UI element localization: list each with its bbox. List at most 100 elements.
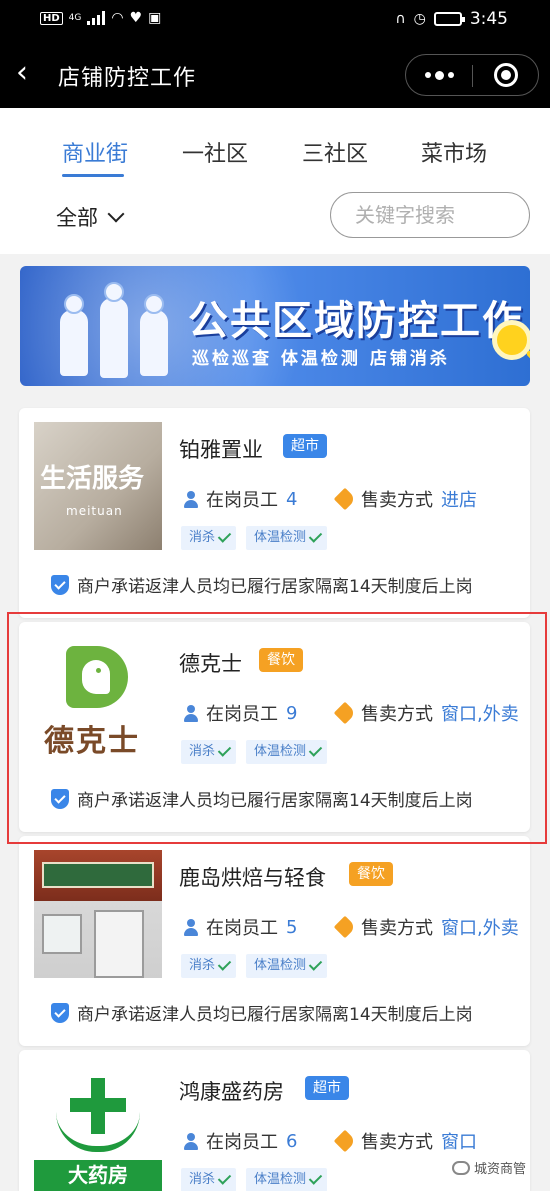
sale-mode-info: 售卖方式 窗口,外卖 bbox=[333, 914, 519, 940]
chevron-down-icon bbox=[107, 205, 125, 223]
more-button[interactable] bbox=[406, 55, 472, 95]
person-icon bbox=[182, 918, 200, 936]
check-chips: 消杀 体温检测 bbox=[181, 954, 328, 978]
close-button[interactable] bbox=[473, 55, 538, 95]
mini-program-capsule bbox=[405, 54, 539, 96]
sale-mode-value: 窗口 bbox=[441, 1132, 477, 1153]
status-left: HD 4G ◠ ♥ ▣ bbox=[40, 10, 161, 26]
shield-check-icon bbox=[51, 574, 69, 595]
all-dropdown-label: 全部 bbox=[56, 206, 98, 230]
check-icon bbox=[308, 1171, 323, 1185]
hazmat-workers-illustration bbox=[60, 282, 180, 381]
shop-card[interactable]: 鹿岛烘焙与轻食 餐饮 在岗员工 5 售卖方式 窗口,外卖 消杀 体温检测 商户承… bbox=[19, 836, 530, 1046]
promise-text: 商户承诺返津人员均已履行居家隔离14天制度后上岗 bbox=[77, 1005, 473, 1025]
chip-temperature: 体温检测 bbox=[246, 954, 328, 978]
person-icon bbox=[182, 490, 200, 508]
shield-check-icon bbox=[51, 1002, 69, 1023]
promise-line: 商户承诺返津人员均已履行居家隔离14天制度后上岗 bbox=[51, 1000, 473, 1025]
clock-time: 3:45 bbox=[469, 9, 508, 29]
shop-name: 鸿康盛药房 bbox=[179, 1080, 284, 1104]
target-icon bbox=[493, 63, 518, 87]
sale-mode-value: 窗口,外卖 bbox=[441, 918, 519, 939]
category-badge: 超市 bbox=[305, 1076, 349, 1100]
staff-label: 在岗员工 bbox=[206, 918, 278, 939]
status-right: ∩ ◷ 3:45 bbox=[395, 9, 508, 29]
promise-text: 商户承诺返津人员均已履行居家隔离14天制度后上岗 bbox=[77, 577, 473, 597]
staff-count: 4 bbox=[286, 488, 298, 510]
active-tab-indicator bbox=[62, 174, 124, 177]
sale-mode-info: 售卖方式 窗口 bbox=[333, 1128, 477, 1154]
category-tabs: 商业街 一社区 三社区 菜市场 bbox=[0, 136, 550, 186]
staff-label: 在岗员工 bbox=[206, 1132, 278, 1153]
watermark-text: 城资商管 bbox=[474, 1162, 527, 1177]
highlight-box bbox=[7, 612, 547, 844]
hd-indicator: HD bbox=[40, 11, 63, 25]
chip-disinfect: 消杀 bbox=[181, 954, 237, 978]
tag-icon bbox=[333, 1129, 357, 1153]
check-icon bbox=[308, 957, 323, 971]
shop-card[interactable]: 生活服务 meituan 铂雅置业 超市 在岗员工 4 售卖方式 进店 消杀 体… bbox=[19, 408, 530, 618]
chip-disinfect: 消杀 bbox=[181, 526, 237, 550]
staff-count: 5 bbox=[286, 916, 298, 938]
chip-temperature: 体温检测 bbox=[246, 1168, 328, 1191]
person-icon bbox=[182, 1132, 200, 1150]
check-chips: 消杀 体温检测 bbox=[181, 1168, 328, 1191]
all-dropdown[interactable]: 全部 bbox=[56, 202, 125, 232]
signal-icon bbox=[87, 11, 106, 25]
category-badge: 餐饮 bbox=[349, 862, 393, 886]
banner-subtitle: 巡检巡查 体温检测 店铺消杀 bbox=[192, 349, 450, 369]
search-input[interactable] bbox=[330, 192, 530, 238]
sale-mode-info: 售卖方式 进店 bbox=[333, 486, 477, 512]
nav-bar: ‹ 店铺防控工作 bbox=[0, 40, 550, 108]
shop-thumbnail: 大药房 bbox=[34, 1064, 162, 1191]
shop-name: 铂雅置业 bbox=[179, 438, 263, 462]
check-icon bbox=[308, 529, 323, 543]
watermark: 城资商管 bbox=[452, 1158, 526, 1177]
alarm-icon: ◷ bbox=[413, 11, 426, 27]
dot-icon bbox=[447, 72, 454, 78]
tab-caishichang[interactable]: 菜市场 bbox=[421, 136, 487, 168]
back-arrow-icon[interactable]: ‹ bbox=[16, 58, 46, 88]
tab-shangyejie[interactable]: 商业街 bbox=[62, 136, 128, 168]
staff-info: 在岗员工 5 bbox=[182, 914, 297, 940]
sale-mode-label: 售卖方式 bbox=[361, 490, 433, 511]
heart-icon: ♥ bbox=[129, 10, 143, 26]
tab-sanshequ[interactable]: 三社区 bbox=[302, 136, 368, 168]
banner-image[interactable]: 公共区域防控工作 巡检巡查 体温检测 店铺消杀 bbox=[20, 266, 530, 386]
dot-icon bbox=[434, 70, 444, 80]
thumb-text: 生活服务 bbox=[40, 464, 145, 494]
tab-yishequ[interactable]: 一社区 bbox=[182, 136, 248, 168]
status-bar: HD 4G ◠ ♥ ▣ ∩ ◷ 3:45 bbox=[0, 0, 550, 40]
shop-name: 鹿岛烘焙与轻食 bbox=[179, 866, 326, 890]
sale-mode-value: 进店 bbox=[441, 490, 477, 511]
magnifier-icon bbox=[492, 320, 530, 360]
staff-info: 在岗员工 4 bbox=[182, 486, 297, 512]
category-badge: 超市 bbox=[283, 434, 327, 458]
headphone-icon: ∩ bbox=[395, 11, 406, 27]
chip-temperature: 体温检测 bbox=[246, 526, 328, 550]
battery-icon bbox=[433, 12, 465, 26]
wifi-icon: ◠ bbox=[111, 10, 124, 26]
promise-line: 商户承诺返津人员均已履行居家隔离14天制度后上岗 bbox=[51, 572, 473, 597]
sale-mode-label: 售卖方式 bbox=[361, 1132, 433, 1153]
network-gen: 4G bbox=[68, 13, 82, 23]
page-title: 店铺防控工作 bbox=[58, 66, 197, 91]
filter-bar: 商业街 一社区 三社区 菜市场 全部 bbox=[0, 108, 550, 254]
laurel-icon bbox=[56, 1112, 140, 1152]
thumb-subtext: meituan bbox=[66, 504, 123, 518]
staff-label: 在岗员工 bbox=[206, 490, 278, 511]
tag-icon bbox=[333, 487, 357, 511]
dot-icon bbox=[424, 72, 431, 78]
shop-thumbnail bbox=[34, 850, 162, 978]
storefront-window bbox=[42, 914, 82, 954]
shop-thumbnail: 生活服务 meituan bbox=[34, 422, 162, 550]
check-icon bbox=[217, 957, 232, 971]
banner-title: 公共区域防控工作 bbox=[188, 298, 524, 344]
thumb-text: 大药房 bbox=[34, 1160, 162, 1191]
wechat-icon bbox=[452, 1160, 470, 1175]
chip-disinfect: 消杀 bbox=[181, 1168, 237, 1191]
sale-mode-label: 售卖方式 bbox=[361, 918, 433, 939]
check-icon bbox=[217, 1171, 232, 1185]
tag-icon bbox=[333, 915, 357, 939]
storefront-door bbox=[94, 910, 144, 978]
